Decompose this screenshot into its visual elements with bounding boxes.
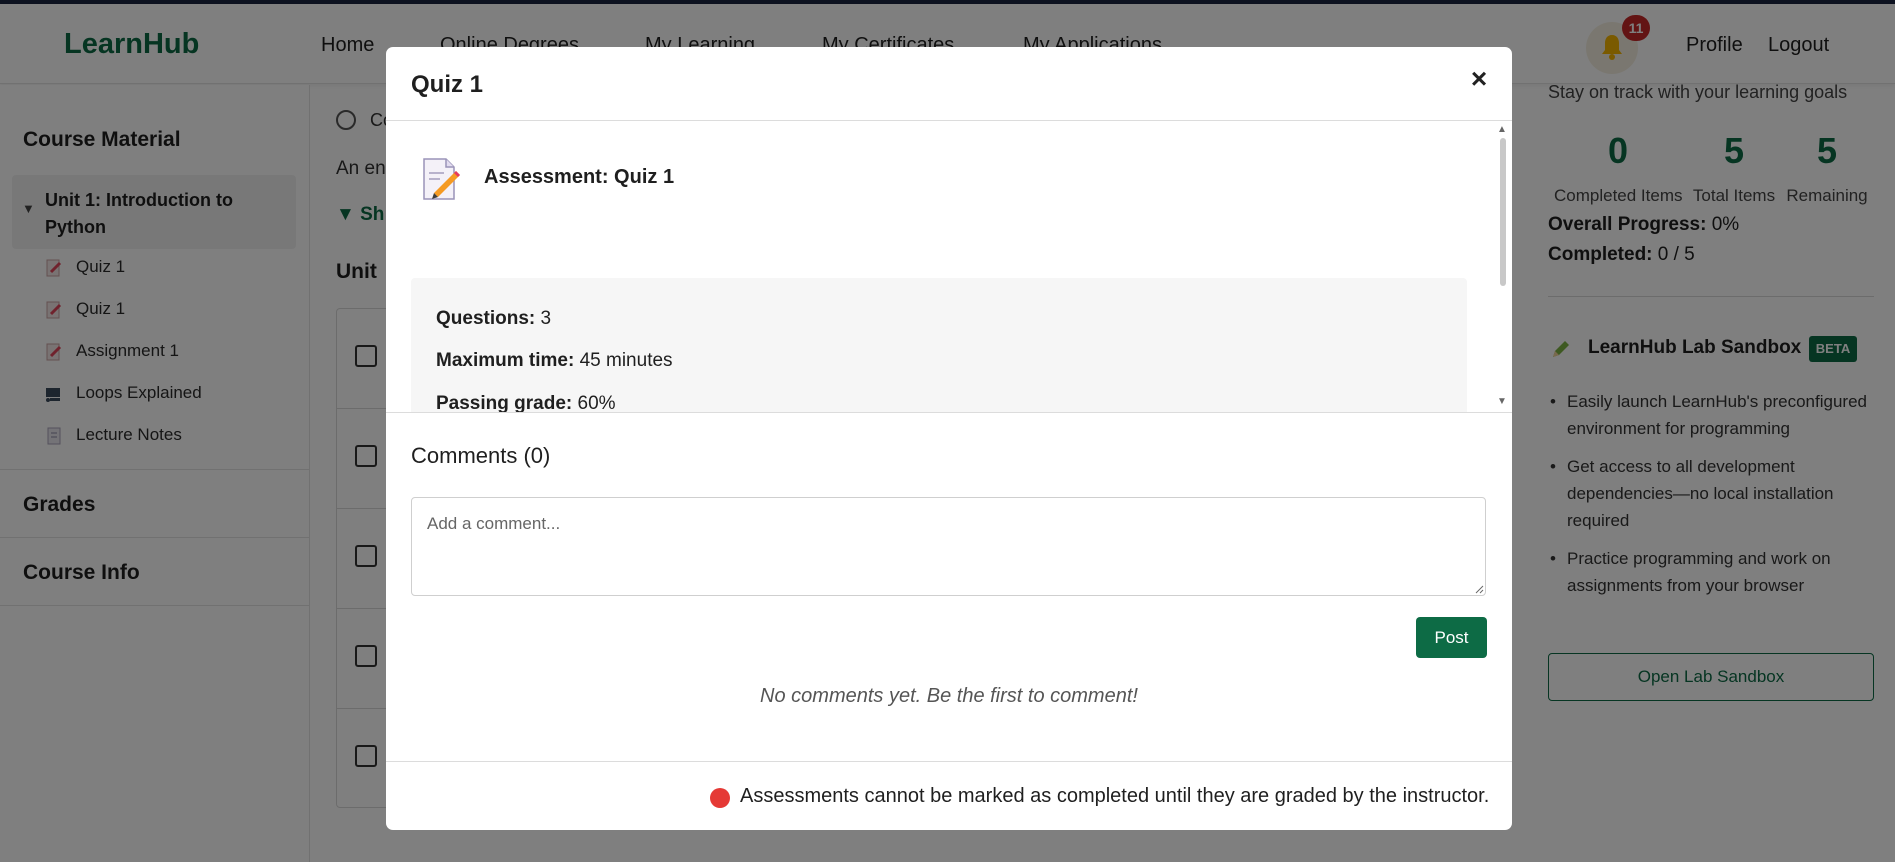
- no-comments-message: No comments yet. Be the first to comment…: [760, 685, 1138, 707]
- scrollbar-thumb[interactable]: [1500, 138, 1506, 286]
- passing-grade: Passing grade: 60%: [436, 393, 616, 412]
- scroll-down-icon[interactable]: ▼: [1497, 396, 1507, 407]
- modal-footer: Assessments cannot be marked as complete…: [386, 761, 1512, 830]
- close-icon[interactable]: ×: [1464, 64, 1494, 94]
- questions-count: Questions: 3: [436, 308, 552, 329]
- grading-notice: Assessments cannot be marked as complete…: [740, 785, 1490, 807]
- status-dot-icon: [710, 788, 730, 808]
- resize-grip-icon[interactable]: [1475, 585, 1484, 594]
- scroll-up-icon[interactable]: ▲: [1497, 124, 1507, 135]
- maximum-time: Maximum time: 45 minutes: [436, 350, 673, 371]
- assessment-details: Assessment: Quiz 1 Questions: 3 Maximum …: [386, 122, 1512, 412]
- post-comment-button[interactable]: Post: [1416, 617, 1487, 658]
- modal-title: Quiz 1: [411, 71, 484, 98]
- comment-input[interactable]: [411, 497, 1486, 596]
- quiz-modal: Quiz 1 × Assessment: Quiz 1 Questions: 3…: [386, 47, 1512, 830]
- comments-title: Comments (0): [411, 443, 551, 468]
- modal-header: Quiz 1 ×: [386, 47, 1512, 121]
- assessment-info-box: Questions: 3 Maximum time: 45 minutes Pa…: [411, 278, 1467, 412]
- assessment-icon: [423, 158, 460, 200]
- comments-section: Comments (0) Post No comments yet. Be th…: [386, 412, 1512, 761]
- modal-scrollbar[interactable]: ▲ ▼: [1493, 122, 1512, 412]
- assessment-title: Assessment: Quiz 1: [484, 166, 675, 188]
